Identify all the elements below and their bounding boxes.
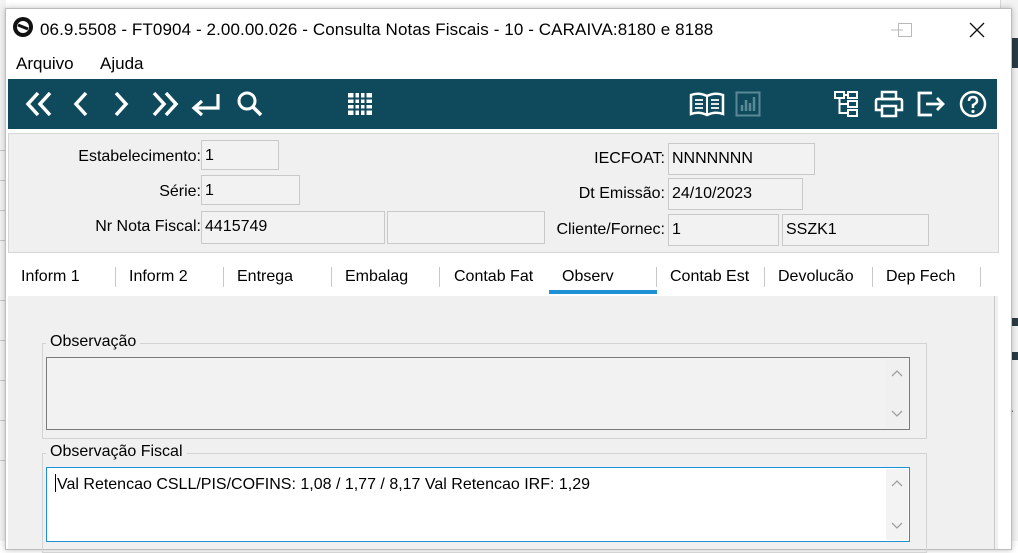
grid-icon [348,93,372,115]
tab-dep-fech[interactable]: Dep Fech [886,268,955,286]
scroll-down-button[interactable] [886,403,908,425]
consulta-notas-fiscais-window: 06.9.5508 - FT0904 - 2.00.00.026 - Consu… [5,8,1012,553]
observacao-title: Observação [46,333,141,351]
iecfoat-field[interactable]: NNNNNNN [668,143,815,175]
tree-icon [834,91,858,117]
chart-icon [735,91,761,117]
tab-contab-est[interactable]: Contab Est [670,268,749,286]
print-icon [874,90,904,118]
estabelecimento-label: Estabelecimento: [78,148,201,165]
grid-button[interactable] [344,79,376,129]
active-tab-indicator [549,290,657,294]
menu-ajuda[interactable]: Ajuda [100,54,143,74]
tab-embalag[interactable]: Embalag [345,268,408,286]
observacao-fiscal-scrollbar[interactable] [886,469,908,540]
tab-bar: Inform 1 Inform 2 Entrega Embalag Contab… [6,257,1006,297]
tree-button[interactable] [830,79,862,129]
observacao-fiscal-textarea[interactable]: Val Retencao CSLL/PIS/COFINS: 1,08 / 1,7… [46,467,910,542]
tab-inform-1[interactable]: Inform 1 [21,268,80,286]
close-button[interactable] [954,9,1000,50]
scroll-down-button[interactable] [886,515,908,537]
observ-tab-content: Observação Observação Fiscal Val Retenca… [8,296,997,553]
chevron-up-icon [891,480,903,487]
search-button[interactable] [234,79,266,129]
cliente-name-field[interactable]: SSZK1 [782,214,929,246]
first-record-button[interactable] [22,79,58,129]
text-caret [55,474,56,492]
next-record-icon [114,91,129,117]
nr-nota-fiscal-extra-field[interactable] [387,211,545,244]
print-button[interactable] [872,79,906,129]
last-record-icon [152,91,179,117]
chart-button[interactable] [732,79,764,129]
chevron-down-icon [891,522,903,529]
book-button[interactable] [688,79,726,129]
search-icon [237,91,263,117]
observacao-fiscal-text: Val Retencao CSLL/PIS/COFINS: 1,08 / 1,7… [57,476,591,493]
chevron-up-icon [891,370,903,377]
exit-button[interactable] [914,79,948,129]
book-icon [689,92,725,117]
tab-observ[interactable]: Observ [562,268,614,286]
cliente-code-field[interactable]: 1 [668,214,779,246]
maximize-button[interactable] [882,9,928,50]
maximize-icon [898,22,912,37]
exit-icon [917,91,945,117]
goto-icon [191,94,220,117]
app-logo-icon [13,17,33,37]
estabelecimento-field[interactable]: 1 [201,140,279,170]
chevron-down-icon [891,410,903,417]
last-record-button[interactable] [146,79,182,129]
previous-record-button[interactable] [66,79,96,129]
cliente-fornec-label: Cliente/Fornec: [556,221,666,238]
dt-emissao-field[interactable]: 24/10/2023 [668,178,803,210]
nr-nota-fiscal-field[interactable]: 4415749 [201,211,385,244]
tab-devolucao[interactable]: Devolucão [778,268,854,286]
help-button[interactable] [956,79,990,129]
first-record-icon [25,91,52,117]
content-right-border [994,296,998,549]
next-record-button[interactable] [106,79,136,129]
scroll-up-button[interactable] [886,472,908,494]
serie-field[interactable]: 1 [201,175,300,205]
dt-emissao-label: Dt Emissão: [578,185,665,202]
menu-bar: Arquivo Ajuda [6,50,1011,78]
header-panel: Estabelecimento: 1 Série: 1 Nr Nota Fisc… [8,133,999,253]
title-bar: 06.9.5508 - FT0904 - 2.00.00.026 - Consu… [6,9,1011,50]
iecfoat-label: IECFOAT: [594,150,665,167]
observacao-fiscal-title: Observação Fiscal [46,443,187,461]
observacao-textarea[interactable] [46,357,910,430]
nr-nota-fiscal-label: Nr Nota Fiscal: [95,218,201,235]
close-icon [969,22,985,37]
observacao-scrollbar[interactable] [886,359,908,428]
scroll-up-button[interactable] [886,362,908,384]
menu-arquivo[interactable]: Arquivo [16,54,74,74]
goto-button[interactable] [188,79,224,129]
tab-entrega[interactable]: Entrega [237,268,293,286]
previous-record-icon [73,91,88,117]
serie-label: Série: [159,183,201,200]
tab-contab-fat[interactable]: Contab Fat [454,268,533,286]
window-title: 06.9.5508 - FT0904 - 2.00.00.026 - Consu… [40,20,714,39]
tab-inform-2[interactable]: Inform 2 [129,268,188,286]
toolbar [8,79,997,129]
help-icon [959,90,987,118]
